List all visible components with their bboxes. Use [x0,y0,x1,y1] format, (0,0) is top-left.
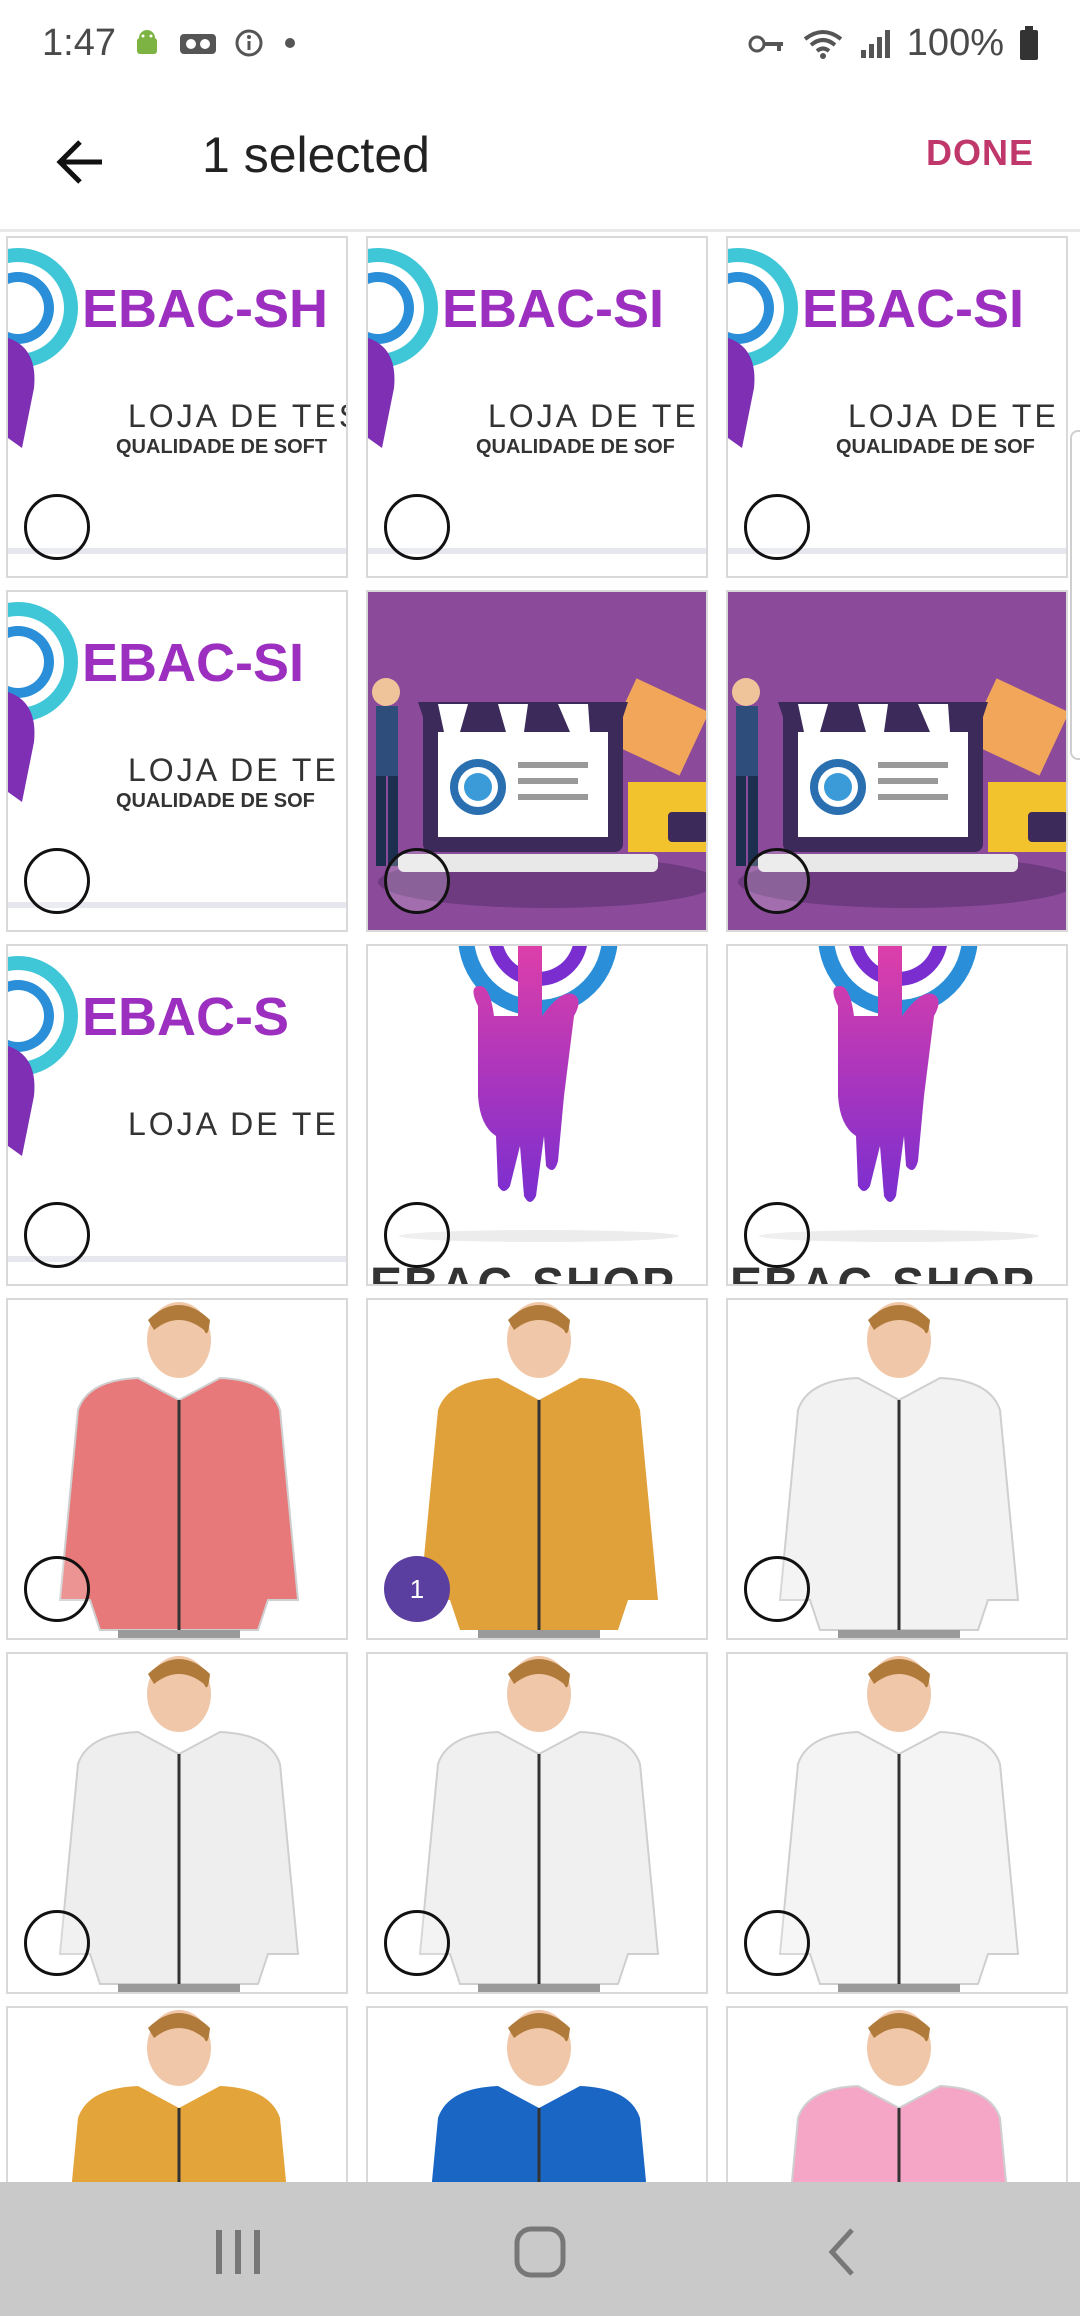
status-bar: 1:47 100% [0,0,1080,92]
loja-text: LOJA DE TE [848,398,1059,434]
status-left-icons [132,28,300,58]
select-circle[interactable] [384,1910,450,1976]
logo-text: EBAC-S [82,987,290,1047]
navigation-bar [0,2182,1080,2316]
home-button[interactable] [500,2212,580,2292]
page-title: 1 selected [202,127,430,183]
wifi-icon [803,29,843,59]
media-thumbnail[interactable]: EBAC-SHOP [366,944,708,1286]
select-circle[interactable] [24,1556,90,1622]
status-right: 100% [747,22,1040,65]
arrow-left-icon [56,140,102,184]
media-thumbnail[interactable]: 1 [366,1298,708,1640]
android-icon [137,30,157,54]
signal-icon [860,29,890,58]
info-icon [235,29,263,57]
media-thumbnail[interactable]: EBAC-S LOJA DE TE [6,944,348,1286]
select-circle[interactable] [384,494,450,560]
dot-icon [285,38,295,48]
loja-text: LOJA DE TE [128,1106,339,1142]
media-thumbnail[interactable] [6,2006,348,2182]
logo-text: EBAC-SI [82,633,305,693]
select-circle[interactable] [744,1556,810,1622]
select-circle[interactable] [384,848,450,914]
logo-text: EBAC-SI [442,279,665,339]
selection-badge[interactable]: 1 [384,1556,450,1622]
chevron-left-icon [828,2228,854,2276]
scrollbar-handle[interactable] [1070,430,1080,760]
media-thumbnail[interactable] [726,1298,1068,1640]
media-thumbnail[interactable] [366,1652,708,1994]
jacket-photo [8,2008,346,2182]
back-button[interactable] [40,122,120,202]
media-thumbnail[interactable] [726,590,1068,932]
jacket-photo [728,2008,1066,2182]
qualidade-text: QUALIDADE DE SOF [476,436,675,458]
select-circle[interactable] [744,494,810,560]
select-circle[interactable] [24,494,90,560]
media-thumbnail[interactable] [366,2006,708,2182]
battery-percent: 100% [906,22,1004,64]
loja-text: LOJA DE TE [488,398,699,434]
qualidade-text: QUALIDADE DE SOF [836,436,1035,458]
status-time: 1:47 [42,22,116,64]
image-grid: EBAC-SH LOJA DE TES QUALIDADE DE SOFT EBAC… [0,236,1080,2182]
vpn-key-icon [748,35,783,52]
media-thumbnail[interactable] [366,590,708,932]
media-thumbnail[interactable] [6,1298,348,1640]
qualidade-text: QUALIDADE DE SOFT [116,436,328,458]
logo-text: EBAC-SI [802,279,1025,339]
select-circle[interactable] [744,848,810,914]
select-circle[interactable] [744,1202,810,1268]
select-circle[interactable] [24,1910,90,1976]
media-thumbnail[interactable]: EBAC-SI LOJA DE TE QUALIDADE DE SOF [366,236,708,578]
select-circle[interactable] [24,848,90,914]
media-thumbnail[interactable]: EBAC-SI LOJA DE TE QUALIDADE DE SOF [6,590,348,932]
select-circle[interactable] [384,1202,450,1268]
media-thumbnail[interactable]: EBAC-SI LOJA DE TE QUALIDADE DE SOF [726,236,1068,578]
media-thumbnail[interactable]: EBAC-SH LOJA DE TES QUALIDADE DE SOFT [6,236,348,578]
media-thumbnail[interactable] [726,1652,1068,1994]
app-bar: 1 selected DONE [0,92,1080,232]
battery-icon [1020,25,1038,60]
home-icon [514,2226,566,2278]
select-circle[interactable] [744,1910,810,1976]
media-thumbnail[interactable] [726,2006,1068,2182]
select-circle[interactable] [24,1202,90,1268]
voicemail-icon [180,34,216,54]
media-thumbnail[interactable]: EBAC-SHOP [726,944,1068,1286]
recent-apps-icon [216,2230,260,2274]
logo-text: EBAC-SH [82,279,329,339]
media-thumbnail[interactable] [6,1652,348,1994]
recent-apps-button[interactable] [198,2212,278,2292]
qualidade-text: QUALIDADE DE SOF [116,790,315,812]
back-nav-button[interactable] [802,2212,882,2292]
jacket-photo [368,2008,706,2182]
done-button[interactable]: DONE [926,132,1034,174]
loja-text: LOJA DE TE [128,752,339,788]
loja-text: LOJA DE TES [128,398,348,434]
